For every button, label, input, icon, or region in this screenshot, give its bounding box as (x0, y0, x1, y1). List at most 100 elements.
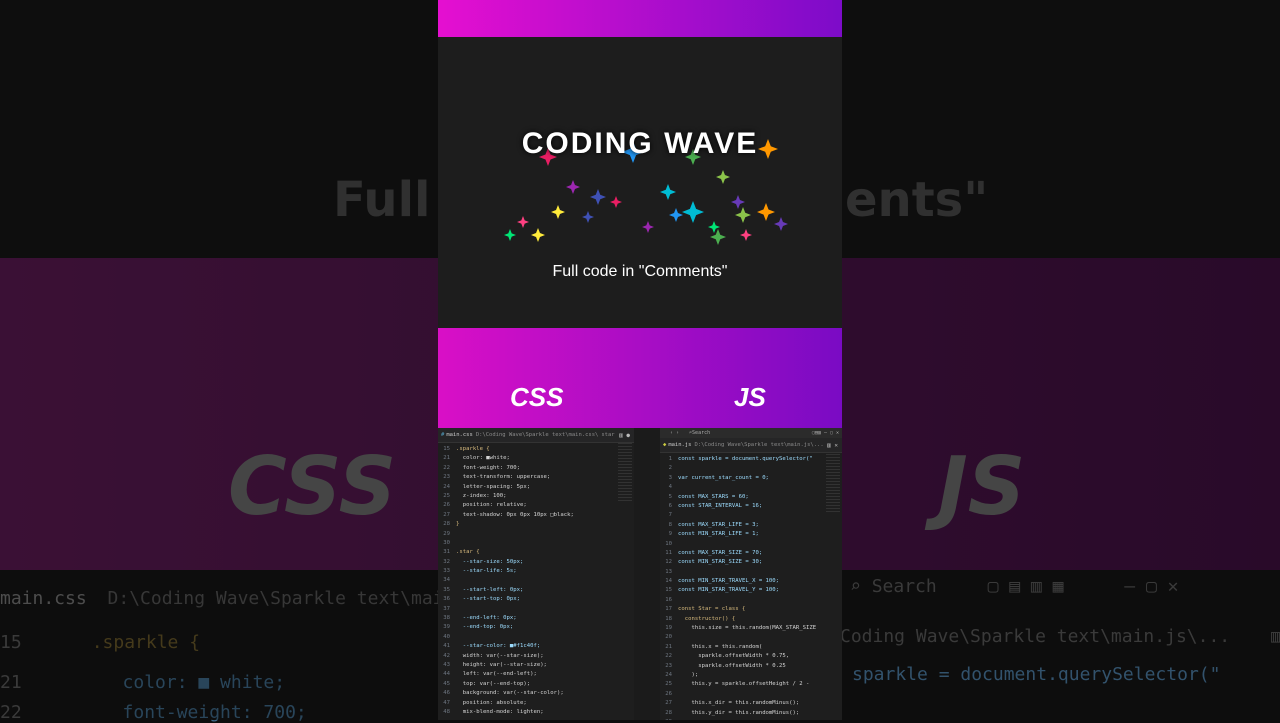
video-column: CODING WAVE Full code in "Comments" CSS … (438, 0, 842, 720)
code-line[interactable]: 28 this.y_dir = this.randomMinus(); (660, 709, 842, 718)
sparkle-star (610, 196, 622, 208)
code-line[interactable]: 40 (438, 633, 634, 642)
css-editor-tab[interactable]: # main.css D:\Coding Wave\Sparkle text\m… (438, 428, 634, 443)
code-line[interactable]: 3 var current_star_count = 0; (660, 474, 842, 483)
code-line[interactable]: 22 font-weight: 700; (438, 464, 634, 473)
js-editor-tab[interactable]: ◆ main.js D:\Coding Wave\Sparkle text\ma… (660, 438, 842, 453)
js-search-label[interactable]: Search (692, 430, 710, 436)
code-line[interactable]: 23 sparkle.offsetWidth * 0.25 (660, 662, 842, 671)
line-number: 2 (668, 465, 672, 472)
sparkle-star (566, 180, 580, 194)
code-line[interactable]: 42 width: var(--star-size); (438, 652, 634, 661)
code-line[interactable]: 7 (660, 511, 842, 520)
code-line[interactable]: 25 this.y = sparkle.offsetHeight / 2 - (660, 680, 842, 689)
code-line[interactable]: 6 const STAR_INTERVAL = 16; (660, 502, 842, 511)
line-number: 46 (443, 690, 450, 697)
line-text: position: absolute; (456, 699, 527, 706)
code-line[interactable]: 27 this.x_dir = this.randomMinus(); (660, 699, 842, 708)
code-line[interactable]: 39 --end-top: 0px; (438, 623, 634, 632)
code-line[interactable]: 15 .sparkle { (438, 445, 634, 454)
code-line[interactable]: 24 letter-spacing: 5px; (438, 483, 634, 492)
code-line[interactable]: 30 (438, 539, 634, 548)
line-number: 3 (668, 474, 672, 481)
line-number: 42 (443, 652, 450, 659)
code-line[interactable]: 36 --start-top: 0px; (438, 595, 634, 604)
line-text: constructor() { (678, 615, 736, 622)
code-line[interactable]: 29 (438, 530, 634, 539)
css-label: CSS (510, 382, 564, 412)
code-line[interactable]: 32 --star-size: 50px; (438, 558, 634, 567)
js-label: JS (734, 382, 766, 412)
window-controls[interactable]: ▢▤▥ — ▢ ✕ (812, 430, 842, 436)
code-line[interactable]: 4 (660, 483, 842, 492)
code-line[interactable]: 21 this.x = this.random( (660, 643, 842, 652)
line-text: sparkle.offsetWidth * 0.25 (678, 662, 786, 669)
sparkle-star (504, 229, 516, 241)
back-icon[interactable]: ‹ › (670, 430, 679, 436)
code-line[interactable]: 24 ); (660, 671, 842, 680)
code-line[interactable]: 9 const MIN_STAR_LIFE = 1; (660, 530, 842, 539)
code-line[interactable]: 14 const MIN_STAR_TRAVEL_X = 100; (660, 577, 842, 586)
split-editor-icon[interactable]: ▥ ● (619, 432, 634, 439)
line-number: 45 (443, 680, 450, 687)
line-text: mix-blend-mode: lighten; (456, 708, 544, 715)
code-line[interactable]: 26 (660, 690, 842, 699)
code-line[interactable]: 17 const Star = class { (660, 605, 842, 614)
code-line[interactable]: 5 const MAX_STARS = 60; (660, 493, 842, 502)
code-line[interactable]: 12 const MIN_STAR_SIZE = 30; (660, 558, 842, 567)
code-line[interactable]: 20 (660, 633, 842, 642)
code-line[interactable]: 22 sparkle.offsetWidth * 0.75, (660, 652, 842, 661)
css-editor[interactable]: # main.css D:\Coding Wave\Sparkle text\m… (438, 428, 634, 720)
js-minimap[interactable] (826, 454, 840, 514)
line-text: const MAX_STAR_LIFE = 3; (678, 521, 759, 528)
css-code-area[interactable]: 15 .sparkle {21 color: ■white; 22 font-wei… (438, 443, 634, 717)
code-line[interactable]: 16 (660, 596, 842, 605)
line-number: 9 (668, 531, 672, 538)
line-number: 28 (443, 521, 450, 528)
code-line[interactable]: 31 .star { (438, 548, 634, 557)
line-text: const MIN_STAR_SIZE = 30; (678, 559, 763, 566)
code-line[interactable]: 28} (438, 520, 634, 529)
code-line[interactable]: 45 top: var(--end-top); (438, 680, 634, 689)
line-text: this.y_dir = this.randomMinus(); (678, 709, 800, 716)
code-line[interactable]: 38 --end-left: 0px; (438, 614, 634, 623)
line-number: 30 (443, 539, 450, 546)
logo-text: CODING WAVE (521, 127, 759, 160)
code-line[interactable]: 35 --start-left: 0px; (438, 586, 634, 595)
code-line[interactable]: 18 constructor() { (660, 615, 842, 624)
code-line[interactable]: 8 const MAX_STAR_LIFE = 3; (660, 521, 842, 530)
js-editor[interactable]: ‹ › ⌕ Search ▢▤▥ — ▢ ✕ ◆ main.js D:\Codi… (660, 428, 842, 720)
code-line[interactable]: 41 --star-color: ■#f1c40f; (438, 642, 634, 651)
code-line[interactable]: 23 text-transform: uppercase; (438, 473, 634, 482)
code-line[interactable]: 46 background: var(--star-color); (438, 689, 634, 698)
code-line[interactable]: 34 (438, 576, 634, 585)
line-text: --start-left: 0px; (456, 586, 524, 593)
code-line[interactable]: 10 (660, 540, 842, 549)
code-line[interactable]: 48 mix-blend-mode: lighten; (438, 708, 634, 717)
line-number: 11 (665, 549, 672, 556)
code-line[interactable]: 33 --star-life: 5s; (438, 567, 634, 576)
code-line[interactable]: 37 (438, 605, 634, 614)
code-line[interactable]: 25 z-index: 100; (438, 492, 634, 501)
code-line[interactable]: 15 const MIN_STAR_TRAVEL_Y = 100; (660, 586, 842, 595)
line-number: 26 (665, 690, 672, 697)
code-line[interactable]: 13 (660, 568, 842, 577)
line-number: 41 (443, 643, 450, 650)
css-minimap[interactable] (618, 443, 632, 503)
code-line[interactable]: 43 height: var(--star-size); (438, 661, 634, 670)
line-number: 17 (665, 606, 672, 613)
code-line[interactable]: 19 this.size = this.random(MAX_STAR_SIZE (660, 624, 842, 633)
code-line[interactable]: 1 const sparkle = document.querySelector(… (660, 455, 842, 464)
sparkle-star (531, 228, 545, 242)
line-text: .star { (456, 549, 480, 556)
code-line[interactable]: 27 text-shadow: 0px 0px 10px □black; (438, 511, 634, 520)
code-line[interactable]: 47 position: absolute; (438, 699, 634, 708)
code-line[interactable]: 44 left: var(--end-left); (438, 670, 634, 679)
line-text: --end-top: 0px; (456, 624, 514, 631)
code-line[interactable]: 21 color: ■white; (438, 454, 634, 463)
code-line[interactable]: 2 (660, 464, 842, 473)
code-line[interactable]: 11 const MAX_STAR_SIZE = 70; (660, 549, 842, 558)
close-icon[interactable]: ▥ ✕ (827, 442, 842, 449)
code-line[interactable]: 26 position: relative; (438, 501, 634, 510)
js-code-area[interactable]: 1 const sparkle = document.querySelector(… (660, 453, 842, 720)
